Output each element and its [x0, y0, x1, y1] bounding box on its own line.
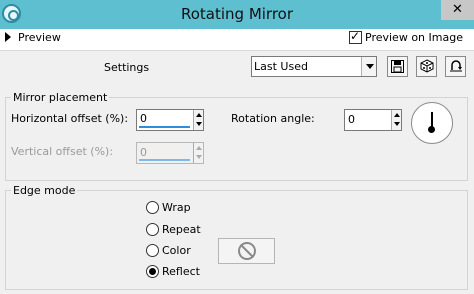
chevron-down-icon[interactable]: [361, 57, 376, 76]
vertical-offset-underline: [139, 159, 190, 161]
horizontal-offset-underline: [139, 126, 190, 128]
mirror-placement-title: Mirror placement: [11, 91, 110, 104]
reset-button[interactable]: [445, 56, 466, 77]
edge-mode-title: Edge mode: [11, 184, 78, 197]
expand-arrow-icon[interactable]: [5, 32, 11, 42]
preview-on-image-checkbox[interactable]: [349, 29, 362, 44]
close-button[interactable]: ✕: [441, 0, 474, 20]
rotation-angle-stepper[interactable]: [391, 110, 401, 130]
window-title: Rotating Mirror: [180, 5, 294, 23]
horizontal-offset-value[interactable]: 0: [140, 112, 147, 125]
horizontal-offset-label: Horizontal offset (%):: [11, 112, 129, 125]
no-entry-icon: [238, 242, 256, 260]
arrow-up-icon[interactable]: [196, 146, 202, 150]
arrow-down-icon[interactable]: [196, 155, 202, 159]
edge-mode-color-radio[interactable]: [146, 244, 159, 257]
save-preset-icon: [391, 60, 404, 73]
arrow-up-icon[interactable]: [196, 113, 202, 117]
dial-needle-tip-icon: [428, 126, 435, 133]
edge-mode-wrap-label[interactable]: Wrap: [162, 201, 191, 214]
randomize-button[interactable]: [416, 56, 437, 77]
arrow-down-icon[interactable]: [196, 122, 202, 126]
close-icon: ✕: [452, 2, 463, 17]
rotation-angle-value[interactable]: 0: [348, 113, 355, 126]
vertical-offset-value[interactable]: 0: [140, 146, 147, 159]
rotation-angle-label: Rotation angle:: [231, 112, 315, 125]
edge-mode-repeat-label[interactable]: Repeat: [162, 223, 201, 236]
arrow-down-icon[interactable]: [394, 122, 400, 126]
edge-mode-reflect-radio[interactable]: [146, 265, 159, 278]
vertical-offset-stepper[interactable]: [193, 143, 203, 163]
reset-icon: [449, 60, 462, 72]
edge-mode-repeat-radio[interactable]: [146, 223, 159, 236]
horizontal-offset-stepper[interactable]: [193, 110, 203, 130]
edge-mode-reflect-label[interactable]: Reflect: [162, 265, 200, 278]
preview-toggle[interactable]: Preview: [18, 31, 61, 44]
preview-on-image-label[interactable]: Preview on Image: [365, 31, 463, 44]
randomize-icon: [420, 59, 433, 73]
settings-label: Settings: [104, 61, 150, 74]
arrow-up-icon[interactable]: [394, 113, 400, 117]
edge-mode-wrap-radio[interactable]: [146, 201, 159, 214]
save-preset-button[interactable]: [387, 56, 408, 77]
edge-mode-color-label[interactable]: Color: [162, 244, 191, 257]
vertical-offset-label: Vertical offset (%):: [11, 145, 114, 158]
preset-dropdown-value: Last Used: [254, 60, 308, 73]
